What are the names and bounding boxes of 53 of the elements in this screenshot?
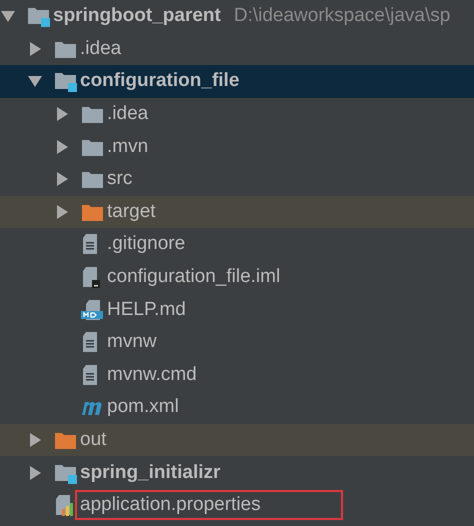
module-folder-icon [27, 5, 51, 28]
properties-file-icon [54, 494, 74, 516]
folder-icon [81, 169, 103, 190]
module-path: D:\ideaworkspace\java\sp [234, 5, 450, 28]
item-name: HELP.md [106, 298, 187, 322]
tree-row[interactable]: configuration_file.iml [0, 260, 474, 294]
item-name: out [79, 428, 108, 452]
tree-row[interactable]: .mvn [0, 130, 474, 163]
tree-row[interactable]: spring_initializr [0, 456, 474, 489]
item-name: mvnw [106, 330, 158, 354]
item-name: configuration_file.iml [106, 265, 282, 290]
text-file-icon [81, 233, 99, 256]
selected-tree-row[interactable]: configuration_file [0, 65, 474, 98]
item-name: pom.xml [106, 395, 180, 420]
expand-arrow-icon[interactable] [28, 466, 42, 480]
collapse-arrow-icon[interactable] [1, 9, 15, 24]
expand-arrow-icon[interactable] [55, 172, 69, 186]
item-name: .mvn [106, 134, 150, 159]
module-file-icon [81, 266, 101, 288]
tree-row[interactable]: mvnw [0, 326, 474, 359]
item-name: .idea [79, 36, 122, 61]
tree-row[interactable]: .idea [0, 32, 474, 66]
item-name: .idea [106, 102, 150, 126]
tree-row[interactable]: application.properties [0, 488, 474, 522]
tree-row[interactable]: src [0, 162, 474, 196]
tree-row[interactable]: pom.xml [0, 391, 474, 424]
tree-row[interactable]: target [0, 196, 474, 228]
collapse-arrow-icon[interactable] [28, 74, 42, 88]
tree-row[interactable]: springboot_parent D:\ideaworkspace\java\sp [0, 0, 474, 33]
item-name: target [106, 200, 157, 224]
tree-row[interactable]: mvnw.cmd [0, 358, 474, 392]
tree-row[interactable]: HELP.md [0, 293, 474, 326]
module-folder-icon [54, 70, 78, 92]
expand-arrow-icon[interactable] [55, 204, 69, 219]
expand-arrow-icon[interactable] [28, 42, 42, 56]
text-file-icon [81, 331, 99, 354]
expand-arrow-icon[interactable] [28, 433, 42, 448]
folder-icon [54, 430, 76, 450]
item-name: src [106, 167, 134, 192]
expand-arrow-icon[interactable] [55, 140, 69, 154]
tree-row[interactable]: .idea [0, 98, 474, 130]
item-name: spring_initializr [79, 460, 222, 485]
tree-row[interactable]: out [0, 424, 474, 456]
item-name: .gitignore [106, 232, 186, 256]
expand-arrow-icon[interactable] [55, 107, 69, 122]
tree-row[interactable]: .gitignore [0, 228, 474, 261]
markdown-file-icon [81, 298, 103, 321]
item-name: mvnw.cmd [106, 362, 198, 387]
item-name: application.properties [77, 492, 341, 518]
item-name: configuration_file [79, 69, 240, 94]
folder-icon [81, 104, 103, 124]
item-name: springboot_parent [52, 4, 222, 28]
text-file-icon [81, 364, 99, 386]
